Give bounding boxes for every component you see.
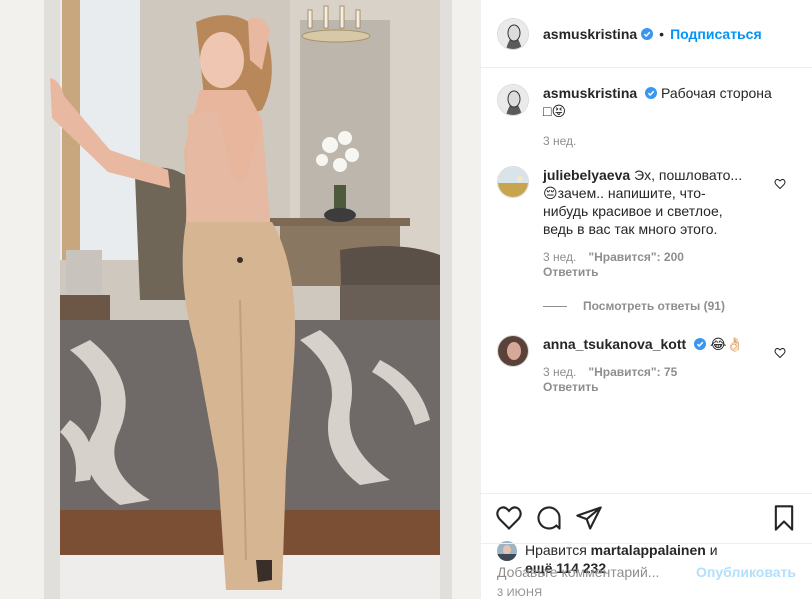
comment-item: anna_tsukanova_kott 😂👌🏻 3 нед. "Нравится"…: [497, 335, 796, 394]
caption-time[interactable]: 3 нед.: [543, 134, 576, 148]
like-comment-heart-icon[interactable]: [774, 347, 786, 359]
comment-time[interactable]: 3 нед.: [543, 250, 576, 264]
publish-button[interactable]: Опубликовать: [696, 564, 796, 580]
comment-body: anna_tsukanova_kott 😂👌🏻 3 нед. "Нравится"…: [543, 335, 779, 394]
comment-time[interactable]: 3 нед.: [543, 365, 576, 379]
like-comment-heart-icon[interactable]: [774, 178, 786, 190]
comment-author[interactable]: anna_tsukanova_kott: [543, 336, 686, 352]
caption-emoji: □😝: [543, 103, 567, 119]
instagram-post: asmuskristina • Подписаться asmuskristin…: [0, 0, 812, 599]
comment-input[interactable]: [497, 563, 697, 580]
reply-button[interactable]: Ответить: [543, 265, 767, 279]
follow-button[interactable]: Подписаться: [670, 26, 762, 42]
author-username[interactable]: asmuskristina: [543, 26, 637, 42]
comment-text: 😂👌🏻: [709, 336, 744, 352]
comment-item: juliebelyaeva Эх, пошловато... 😔зачем.. …: [497, 166, 796, 279]
commenter-avatar[interactable]: [497, 166, 529, 198]
heart-icon[interactable]: [495, 504, 523, 532]
author-avatar[interactable]: [497, 17, 529, 50]
post-image: [0, 0, 480, 599]
caption-author-avatar[interactable]: [497, 84, 529, 116]
post-details-panel: asmuskristina • Подписаться asmuskristin…: [480, 0, 812, 599]
verified-badge-icon: [645, 87, 658, 99]
separator-dot: •: [659, 25, 665, 42]
share-icon[interactable]: [575, 504, 603, 532]
comment-likes[interactable]: "Нравится": 200: [588, 250, 684, 264]
verified-badge-icon: [641, 27, 654, 40]
comment-text-1: Эх, пошловато...: [634, 167, 743, 183]
caption-text: Рабочая сторона: [660, 85, 772, 101]
action-bar: [481, 493, 812, 541]
comment-body: juliebelyaeva Эх, пошловато... 😔зачем.. …: [543, 166, 779, 279]
commenter-avatar[interactable]: [497, 335, 529, 367]
view-replies-line: [543, 305, 567, 307]
comment-meta: 3 нед. "Нравится": 200 Ответить: [543, 250, 779, 279]
caption-body: asmuskristina Рабочая сторона □😝 3 нед.: [543, 84, 779, 148]
post-header: asmuskristina • Подписаться: [481, 0, 812, 68]
view-replies-label: Посмотреть ответы (91): [583, 299, 725, 313]
comments-section: asmuskristina Рабочая сторона □😝 3 нед.: [481, 68, 812, 493]
bookmark-icon[interactable]: [770, 504, 798, 532]
reply-button[interactable]: Ответить: [543, 380, 767, 394]
comment-icon[interactable]: [535, 504, 563, 532]
comment-text-3: нибудь красивое и светлое,: [543, 203, 723, 219]
post-photo[interactable]: [0, 0, 480, 599]
add-comment-bar: Опубликовать: [481, 543, 812, 599]
comment-text-2: 😔зачем.. напишите, что-: [543, 185, 706, 201]
comment-likes[interactable]: "Нравится": 75: [588, 365, 677, 379]
comment-author[interactable]: juliebelyaeva: [543, 167, 630, 183]
comment-meta: 3 нед. "Нравится": 75 Ответить: [543, 365, 779, 394]
caption: asmuskristina Рабочая сторона □😝 3 нед.: [497, 84, 796, 148]
caption-author[interactable]: asmuskristina: [543, 85, 637, 101]
caption-meta: 3 нед.: [543, 134, 779, 148]
comment-text-4: ведь в вас так много этого.: [543, 221, 718, 237]
view-replies-button[interactable]: Посмотреть ответы (91): [543, 299, 796, 313]
verified-badge-icon: [694, 338, 707, 350]
